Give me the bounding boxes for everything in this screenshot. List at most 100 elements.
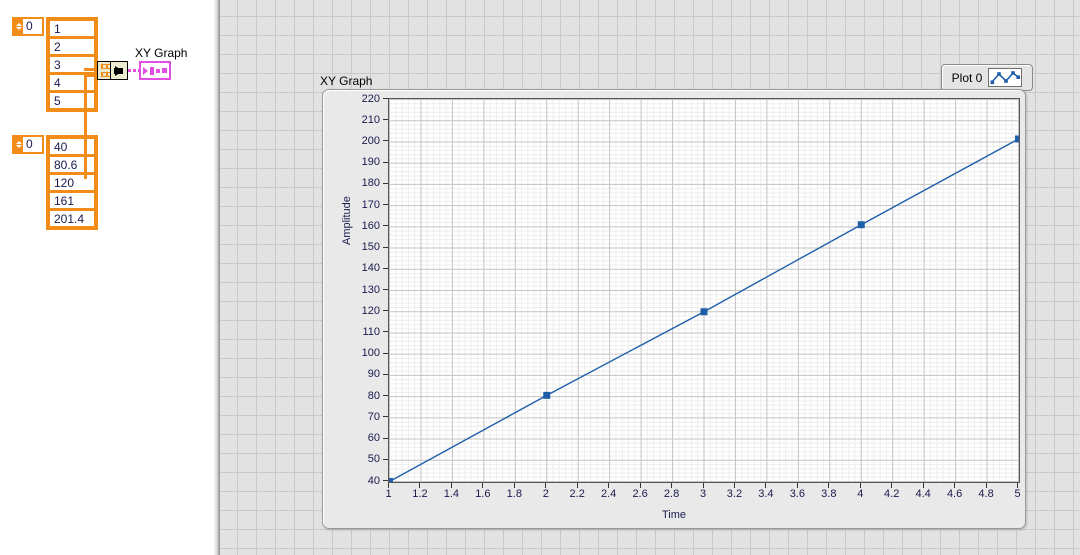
increment-arrow-icon[interactable]: [15, 141, 22, 144]
x-axis-tick: 4.4: [913, 483, 933, 501]
y-axis-tick: 50: [368, 453, 388, 465]
wire-x-array-to-bundle[interactable]: [84, 68, 98, 71]
y-axis-tick: 100: [362, 347, 388, 359]
y-axis-tick-label: 90: [367, 368, 380, 381]
decrement-arrow-icon[interactable]: [15, 145, 22, 148]
x-axis-tick: 2.6: [630, 483, 650, 501]
x-axis-tick-label: 1: [385, 488, 392, 500]
x-axis-label: Time: [661, 509, 687, 521]
wire-y-array-vertical[interactable]: [84, 74, 87, 176]
bundle-arrow-icon: [114, 65, 123, 76]
x-array-cell[interactable]: 1: [50, 21, 94, 36]
y-axis-tick: 120: [362, 305, 388, 317]
x-axis-tick-label: 2.2: [569, 488, 585, 500]
y-array-cell[interactable]: 201.4: [50, 211, 94, 226]
x-axis-tick: 1.4: [441, 483, 461, 501]
x-axis-tick-label: 2.4: [600, 488, 617, 500]
y-array-cell[interactable]: 161: [50, 193, 94, 208]
y-axis-tick: 80: [368, 390, 388, 402]
y-array-cell[interactable]: 120: [50, 175, 94, 190]
bundle-output-terminal: [111, 62, 127, 79]
x-axis-tick: 4: [850, 483, 870, 501]
y-array-index-arrows[interactable]: [14, 137, 23, 152]
x-array-cell[interactable]: 2: [50, 39, 94, 54]
x-array-index-arrows[interactable]: [14, 19, 23, 34]
x-axis-tick-label: 2.6: [632, 488, 648, 500]
y-axis-tick-label: 100: [361, 347, 380, 360]
plot-area[interactable]: [388, 98, 1020, 483]
increment-arrow-icon[interactable]: [15, 23, 22, 26]
y-axis-tick-label: 70: [367, 410, 380, 423]
line-with-square-markers-icon[interactable]: [988, 68, 1023, 87]
y-axis-tick: 190: [362, 156, 388, 168]
bundle-input-top-icon: [100, 63, 110, 69]
bundle-input-bottom-icon: [100, 72, 110, 78]
x-axis-tick-label: 2: [542, 488, 549, 500]
x-axis-tick: 1: [379, 483, 399, 501]
y-axis-tick: 70: [368, 411, 388, 423]
y-array-cell[interactable]: 80.6: [50, 157, 94, 172]
y-axis-tick-label: 210: [361, 113, 380, 126]
x-axis-tick: 4.2: [882, 483, 902, 501]
x-axis-tick: 1.2: [410, 483, 430, 501]
y-array-elements[interactable]: 40 80.6 120 161 201.4: [46, 135, 98, 230]
major-gridlines: [389, 99, 1019, 482]
x-axis-tick-label: 1.8: [506, 488, 522, 500]
x-array-index-display[interactable]: 0: [12, 17, 44, 36]
plot-legend[interactable]: Plot 0: [941, 64, 1033, 91]
wire-y-array-stub[interactable]: [84, 176, 87, 179]
xy-graph-terminal[interactable]: [139, 61, 171, 80]
block-diagram-pane[interactable]: 0 12345 0 40 80.6 120 161 201.4 XY Graph: [0, 0, 214, 555]
x-axis-tick-label: 3.6: [789, 488, 805, 500]
x-axis-tick-label: 4.8: [978, 488, 994, 500]
x-array-elements[interactable]: 12345: [46, 17, 98, 112]
xy-graph-terminal-label: XY Graph: [135, 46, 188, 60]
plot-data-point-marker: [389, 478, 393, 482]
x-array-index-value: 0: [23, 19, 42, 34]
bundle-function-node[interactable]: [97, 61, 128, 80]
y-axis-label: Amplitude: [341, 196, 353, 245]
y-axis-tick-label: 50: [367, 453, 380, 466]
y-axis-tick-label: 60: [367, 432, 380, 445]
wire-bundle-to-xy-graph[interactable]: [128, 69, 139, 72]
wire-y-array-to-bundle[interactable]: [84, 74, 98, 77]
x-axis-tick: 2.2: [567, 483, 587, 501]
y-axis-tick-label: 120: [361, 304, 380, 317]
x-axis-tick: 1.6: [473, 483, 493, 501]
y-axis-tick: 60: [368, 432, 388, 444]
y-axis-tick: 180: [362, 177, 388, 189]
x-array-cell[interactable]: 4: [50, 75, 94, 90]
x-axis-tick-label: 4: [857, 488, 864, 500]
x-axis-tick-label: 4.6: [946, 488, 963, 500]
plot-legend-label: Plot 0: [951, 70, 983, 85]
x-axis-tick-label: 3.2: [726, 488, 743, 500]
x-axis-tick-label: 5: [1014, 488, 1021, 500]
terminal-glyph-a: [150, 66, 154, 75]
y-array-cell[interactable]: 40: [50, 139, 94, 154]
y-array-index-display[interactable]: 0: [12, 135, 44, 154]
y-axis-tick: 160: [362, 220, 388, 232]
legend-style-svg: [990, 71, 1021, 85]
y-axis-tick-label: 110: [362, 325, 380, 338]
x-axis-tick: 3.2: [724, 483, 744, 501]
y-axis-tick-label: 180: [361, 177, 380, 190]
x-axis-tick: 3.8: [819, 483, 839, 501]
y-axis-tick-label: 130: [361, 283, 380, 296]
x-array-cell[interactable]: 5: [50, 93, 94, 108]
xy-graph-widget[interactable]: 220 210 200 190 180 170 160 150 140 130 120 110 100 9…: [322, 89, 1026, 529]
graph-title: XY Graph: [320, 74, 373, 88]
y-axis-tick: 170: [362, 199, 388, 211]
y-axis-tick: 140: [362, 262, 388, 274]
y-axis-tick-label: 150: [361, 241, 380, 254]
y-array-index-value: 0: [23, 137, 42, 152]
decrement-arrow-icon[interactable]: [15, 27, 22, 30]
plot-svg: [389, 99, 1019, 482]
x-axis-tick-label: 3.8: [821, 488, 837, 500]
front-panel-pane[interactable]: XY Graph Plot 0 220 210 200 190 180 170 160 150…: [220, 0, 1080, 555]
x-axis-tick: 4.8: [976, 483, 996, 501]
y-axis-tick: 220: [362, 93, 388, 105]
y-axis-tick: 210: [362, 114, 388, 126]
x-axis-tick-label: 3.4: [758, 488, 774, 500]
x-axis-tick: 2.4: [599, 483, 619, 501]
x-axis-tick-label: 4.4: [915, 488, 931, 500]
